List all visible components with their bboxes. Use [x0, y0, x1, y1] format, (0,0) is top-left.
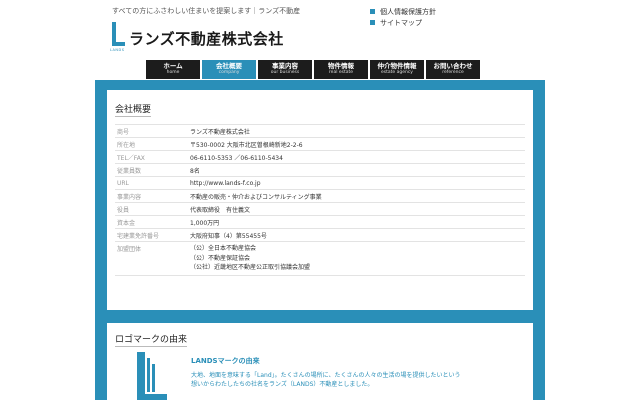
table-row: 資本金 1,000万円	[115, 215, 525, 228]
table-row: TEL／FAX 06-6110-5353 ／06-6110-5434	[115, 150, 525, 163]
tagline: すべての方にふさわしい住まいを提案します｜ランズ不動産	[112, 7, 301, 15]
lands-logo-icon: LANDS	[110, 22, 126, 52]
nav-estate-agency[interactable]: 仲介物件情報 estate agency	[370, 60, 424, 79]
table-row: 宅建業免許番号 大阪府知事（4）第55455号	[115, 228, 525, 241]
privacy-policy-link[interactable]: 個人情報保護方針	[370, 6, 436, 17]
sitemap-link[interactable]: サイトマップ	[370, 17, 436, 28]
company-table: 商号 ランズ不動産株式会社 所在地 〒530-0002 大阪市北区曽根崎新地2-2-…	[115, 124, 525, 276]
table-row: 役員 代表取締役 有住義文	[115, 202, 525, 215]
logo-origin-heading: LANDSマークの由来	[191, 357, 260, 365]
square-bullet-icon	[370, 9, 375, 14]
logo-text: ランズ不動産株式会社	[129, 30, 284, 48]
company-url-link[interactable]: http://www.lands-f.co.jp	[190, 180, 525, 187]
table-row: 所在地 〒530-0002 大阪市北区曽根崎新地2-2-6	[115, 137, 525, 150]
main-content: 会社概要 商号 ランズ不動産株式会社 所在地 〒530-0002 大阪市北区曽根崎新…	[95, 80, 545, 400]
square-bullet-icon	[370, 20, 375, 25]
section-title: ロゴマークの由来	[115, 332, 188, 347]
company-overview-panel: 会社概要 商号 ランズ不動産株式会社 所在地 〒530-0002 大阪市北区曽根崎新…	[107, 90, 533, 310]
nav-company[interactable]: 会社概要 company	[202, 60, 256, 79]
table-row: 加盟団体 （公）全日本不動産協会 （公）不動産保証協会 （公社）近畿地区不動産公…	[115, 241, 525, 276]
table-row: 従業員数 8名	[115, 163, 525, 176]
lands-logo-icon	[137, 352, 167, 400]
nav-business[interactable]: 事業内容 our business	[258, 60, 312, 79]
site-header: すべての方にふさわしい住まいを提案します｜ランズ不動産 LANDS ランズ不動産…	[0, 0, 640, 79]
logo-origin-panel: ロゴマークの由来 LANDSマークの由来 大地、地面を意味する「Land」。たく…	[107, 323, 533, 400]
global-nav: ホーム home 会社概要 company 事業内容 our business 物件情…	[146, 60, 480, 79]
section-title: 会社概要	[115, 102, 152, 117]
logo-origin-description: 大地、地面を意味する「Land」。たくさんの場所に、たくさんの人々の生活の場を提…	[191, 372, 461, 388]
table-row: 事業内容 不動産の販売・仲介およびコンサルティング事業	[115, 189, 525, 202]
table-row: 商号 ランズ不動産株式会社	[115, 124, 525, 137]
utility-links: 個人情報保護方針 サイトマップ	[370, 6, 436, 28]
table-row: URL http://www.lands-f.co.jp	[115, 176, 525, 189]
nav-home[interactable]: ホーム home	[146, 60, 200, 79]
site-logo[interactable]: LANDS ランズ不動産株式会社	[110, 20, 284, 52]
nav-real-estate[interactable]: 物件情報 real estate	[314, 60, 368, 79]
nav-contact[interactable]: お問い合わせ reference	[426, 60, 480, 79]
